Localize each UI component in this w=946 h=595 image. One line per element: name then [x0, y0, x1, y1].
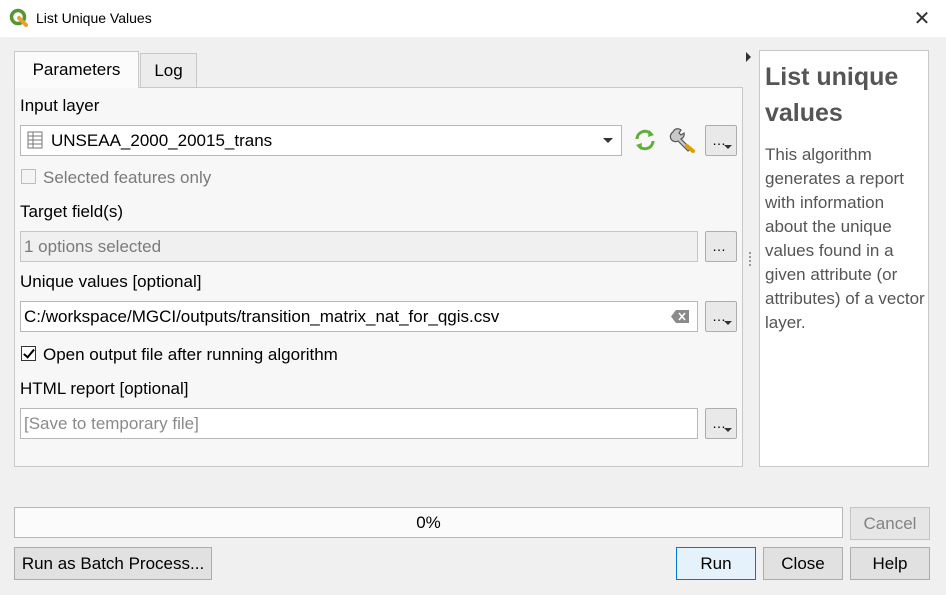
help-body: This algorithm generates a report with i… — [765, 145, 925, 332]
help-title: List unique values — [765, 63, 899, 127]
cancel-button[interactable]: Cancel — [850, 507, 930, 540]
target-fields-input[interactable]: 1 options selected — [20, 231, 698, 262]
selected-features-label: Selected features only — [43, 168, 212, 187]
tab-log[interactable]: Log — [140, 53, 197, 87]
input-layer-combobox[interactable]: UNSEAA_2000_20015_trans — [20, 125, 622, 156]
close-icon[interactable]: ✕ — [908, 6, 936, 32]
help-button[interactable]: Help — [850, 547, 930, 580]
run-batch-button[interactable]: Run as Batch Process... — [14, 547, 212, 580]
collapse-arrow-icon[interactable] — [746, 52, 751, 62]
html-report-input[interactable]: [Save to temporary file] — [20, 408, 698, 439]
unique-values-browse-button[interactable]: … — [705, 301, 737, 332]
help-panel: List unique values This algorithm genera… — [759, 50, 929, 467]
refresh-icon[interactable] — [632, 127, 658, 153]
open-output-checkbox[interactable] — [21, 346, 36, 361]
target-fields-label: Target field(s) — [20, 202, 123, 221]
window-title: List Unique Values — [36, 10, 152, 26]
clear-icon[interactable] — [671, 310, 689, 323]
html-report-label: HTML report [optional] — [20, 379, 189, 398]
title-bar: List Unique Values ✕ — [0, 0, 946, 37]
open-output-label: Open output file after running algorithm — [43, 345, 338, 364]
input-layer-browse-button[interactable]: … — [705, 125, 737, 156]
target-fields-select-button[interactable]: … — [705, 231, 737, 262]
progress-bar: 0% — [14, 507, 843, 538]
html-report-browse-button[interactable]: … — [705, 408, 737, 439]
qgis-icon — [9, 8, 28, 27]
unique-values-label: Unique values [optional] — [20, 272, 202, 291]
wrench-icon[interactable] — [669, 125, 697, 153]
run-button[interactable]: Run — [676, 547, 756, 580]
tab-parameters[interactable]: Parameters — [14, 51, 139, 88]
input-layer-label: Input layer — [20, 96, 100, 115]
input-layer-value: UNSEAA_2000_20015_trans — [51, 131, 273, 150]
chevron-down-icon[interactable] — [603, 138, 613, 143]
selected-features-checkbox[interactable] — [21, 169, 36, 184]
table-layer-icon — [27, 131, 43, 149]
unique-values-input[interactable]: C:/workspace/MGCI/outputs/transition_mat… — [20, 301, 698, 332]
splitter-handle[interactable] — [749, 252, 751, 268]
close-button[interactable]: Close — [763, 547, 843, 580]
